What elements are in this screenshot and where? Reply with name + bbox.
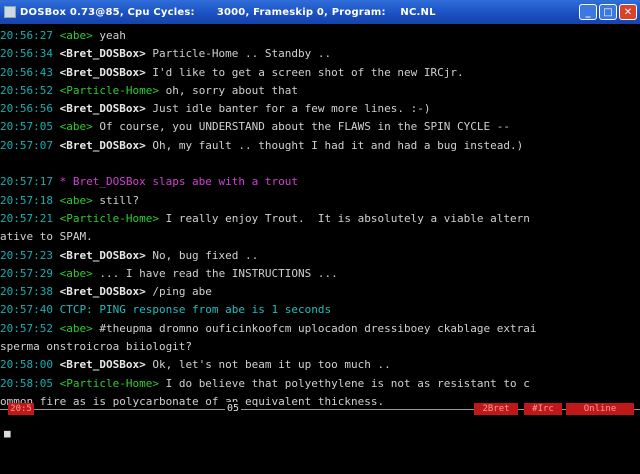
nick: <Bret_DOSBox> [59,65,146,79]
timestamp: 20:58:05 [0,376,53,390]
timestamp: 20:57:07 [0,138,53,152]
message-text: No, bug fixed .. [145,248,259,262]
status-time-badge: 20:5 [8,403,34,415]
status-nick-badge: 2Bret [474,403,518,415]
chat-line: ative to SPAM. [0,228,640,246]
dosbox-window: DOSBox 0.73@85, Cpu Cycles: 3000, Frames… [0,0,640,474]
message-text: oh, sorry about that [158,83,299,97]
action-text: * Bret_DOSBox slaps abe with a trout [52,175,299,189]
message-text: Just idle banter for a few more lines. :… [145,102,431,116]
timestamp: 20:57:21 [0,211,53,225]
chat-line: 20:56:52 <Particle-Home> oh, sorry about… [0,82,640,100]
minimize-button[interactable]: _ [579,4,597,20]
nick: <abe> [59,321,93,335]
nick: <Bret_DOSBox> [59,248,146,262]
nick: <abe> [59,193,93,207]
timestamp: 20:57:23 [0,248,53,262]
message-text: Oh, my fault .. thought I had it and had… [145,138,524,152]
nick: <Particle-Home> [59,211,159,225]
message-text: I'd like to get a screen shot of the new… [145,65,464,79]
chat-line: 20:57:52 <abe> #theupma dromno ouficinko… [0,320,640,338]
status-channel-badge: #Irc [524,403,562,415]
status-online-badge: Online [566,403,634,415]
timestamp: 20:57:40 [0,303,53,317]
chat-line: 20:57:29 <abe> ... I have read the INSTR… [0,265,640,283]
message-text: ... I have read the INSTRUCTIONS ... [92,266,338,280]
message-text: Ok, let's not beam it up too much .. [145,358,391,372]
timestamp: 20:57:05 [0,120,53,134]
chat-line: 20:58:05 <Particle-Home> I do believe th… [0,375,640,393]
chat-line: 20:57:21 <Particle-Home> I really enjoy … [0,210,640,228]
close-button[interactable]: ✕ [619,4,637,20]
timestamp: 20:58:00 [0,358,53,372]
nick: <Bret_DOSBox> [59,358,146,372]
chat-line: 20:57:40 CTCP: PING response from abe is… [0,301,640,319]
chat-line: 20:57:07 <Bret_DOSBox> Oh, my fault .. t… [0,137,640,155]
chat-input[interactable]: ■ [4,426,634,442]
dosbox-app-icon [4,6,16,18]
chat-line: 20:57:17 * Bret_DOSBox slaps abe with a … [0,173,640,191]
nick: <abe> [59,29,93,42]
nick: <abe> [59,120,93,134]
window-title: DOSBox 0.73@85, Cpu Cycles: 3000, Frames… [20,6,436,18]
message-text: I really enjoy Trout. It is absolutely a… [158,211,530,225]
status-middle-text: 05 [225,402,242,416]
timestamp: 20:56:27 [0,29,53,42]
chat-line: sperma onstroicroa biiologit? [0,338,640,356]
status-bar: 20:5 05 2Bret #Irc Online [0,402,640,416]
timestamp: 20:57:38 [0,285,53,299]
title-bar[interactable]: DOSBox 0.73@85, Cpu Cycles: 3000, Frames… [0,0,640,24]
chat-line: 20:57:38 <Bret_DOSBox> /ping abe [0,283,640,301]
timestamp: 20:57:18 [0,193,53,207]
message-text: sperma onstroicroa biiologit? [0,340,193,354]
timestamp: 20:56:43 [0,65,53,79]
chat-line: 20:56:34 <Bret_DOSBox> Particle-Home .. … [0,45,640,63]
message-text: ative to SPAM. [0,230,93,244]
nick: <Bret_DOSBox> [59,102,146,116]
message-text: /ping abe [145,285,212,299]
timestamp: 20:56:34 [0,47,53,61]
timestamp: 20:57:29 [0,266,53,280]
nick: <Bret_DOSBox> [59,138,146,152]
chat-line: 20:57:18 <abe> still? [0,192,640,210]
nick: <Bret_DOSBox> [59,47,146,61]
chat-line: 20:57:05 <abe> Of course, you UNDERSTAND… [0,118,640,136]
timestamp: 20:57:52 [0,321,53,335]
message-text: Particle-Home .. Standby .. [145,47,332,61]
chat-line: 20:56:56 <Bret_DOSBox> Just idle banter … [0,100,640,118]
nick: <Particle-Home> [59,83,159,97]
message-text: I do believe that polyethylene is not as… [158,376,530,390]
message-text: Of course, you UNDERSTAND about the FLAW… [92,120,510,134]
chat-line: 20:56:43 <Bret_DOSBox> I'd like to get a… [0,64,640,82]
timestamp: 20:56:56 [0,102,53,116]
message-text: #theupma dromno ouficinkoofcm uplocadon … [92,321,537,335]
chat-line: 20:56:27 <abe> yeah [0,27,640,45]
chat-line: 20:58:00 <Bret_DOSBox> Ok, let's not bea… [0,356,640,374]
nick: <Particle-Home> [59,376,159,390]
chat-line: 20:57:23 <Bret_DOSBox> No, bug fixed .. [0,247,640,265]
ctcp-text: CTCP: PING response from abe is 1 second… [52,303,332,317]
timestamp: 20:57:17 [0,175,53,189]
nick: <abe> [59,266,93,280]
nick: <Bret_DOSBox> [59,285,146,299]
chat-scrollback: 20:56:27 <abe> yeah 20:56:34 <Bret_DOSBox… [0,27,640,407]
message-text: still? [92,193,140,207]
timestamp: 20:56:52 [0,83,53,97]
maximize-button[interactable]: □ [599,4,617,20]
message-text: yeah [92,29,126,42]
chat-line [0,155,640,173]
